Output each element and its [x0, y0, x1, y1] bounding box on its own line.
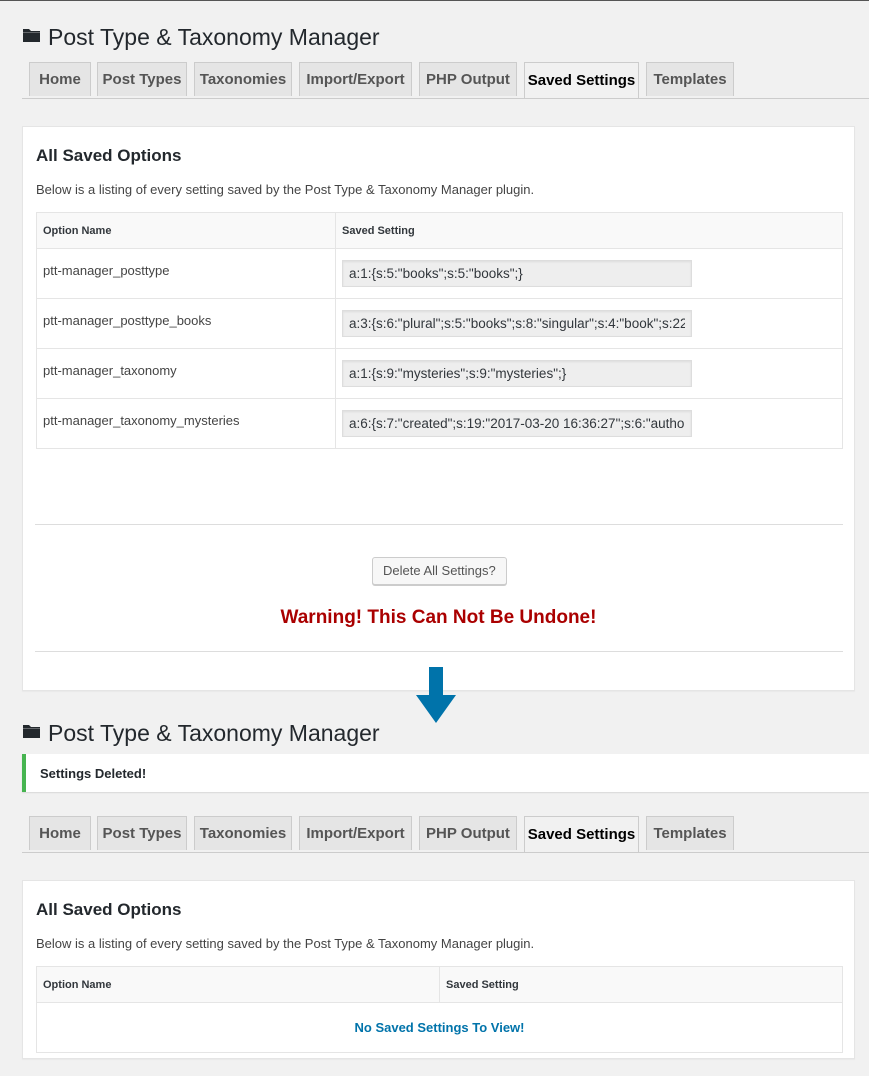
option-name: ptt-manager_taxonomy — [43, 363, 177, 378]
tab-templates[interactable]: Templates — [646, 62, 734, 96]
tab-php-output[interactable]: PHP Output — [419, 62, 517, 96]
nav-tabs: Home Post Types Taxonomies Import/Export… — [22, 62, 869, 99]
notice-text: Settings Deleted! — [40, 766, 147, 781]
saved-options-panel: All Saved Options Below is a listing of … — [22, 126, 855, 691]
tab-saved-settings[interactable]: Saved Settings — [524, 816, 639, 852]
window-top-border — [0, 0, 869, 1]
column-option-name: Option Name — [36, 966, 440, 1003]
options-table: Option Name Saved Setting ptt-manager_po… — [36, 212, 843, 449]
saved-options-panel: All Saved Options Below is a listing of … — [22, 880, 855, 1059]
tab-post-types[interactable]: Post Types — [97, 816, 187, 850]
tab-templates[interactable]: Templates — [646, 816, 734, 850]
tab-taxonomies[interactable]: Taxonomies — [194, 62, 292, 96]
tab-taxonomies[interactable]: Taxonomies — [194, 816, 292, 850]
panel-heading: All Saved Options — [36, 146, 182, 165]
divider — [35, 651, 843, 652]
panel-heading: All Saved Options — [36, 900, 182, 919]
table-row: ptt-manager_posttype_books — [36, 298, 843, 349]
panel-description: Below is a listing of every setting save… — [36, 936, 535, 951]
column-saved-setting: Saved Setting — [439, 966, 843, 1003]
warning-text: Warning! This Can Not Be Undone! — [280, 607, 597, 628]
tab-import-export[interactable]: Import/Export — [299, 816, 412, 850]
page-title: Post Type & Taxonomy Manager — [48, 24, 380, 50]
table-row: ptt-manager_taxonomy — [36, 348, 843, 399]
option-name: ptt-manager_taxonomy_mysteries — [43, 413, 240, 428]
table-row: ptt-manager_taxonomy_mysteries — [36, 398, 843, 449]
tab-import-export[interactable]: Import/Export — [299, 62, 412, 96]
panel-description: Below is a listing of every setting save… — [36, 182, 535, 197]
folder-icon — [23, 725, 40, 738]
nav-tabs: Home Post Types Taxonomies Import/Export… — [22, 816, 869, 853]
option-name: ptt-manager_posttype_books — [43, 313, 212, 328]
tab-php-output[interactable]: PHP Output — [419, 816, 517, 850]
saved-setting-field[interactable] — [342, 260, 692, 287]
column-saved-setting: Saved Setting — [335, 212, 843, 249]
folder-icon — [23, 29, 40, 42]
tab-home[interactable]: Home — [29, 62, 91, 96]
delete-all-settings-button[interactable]: Delete All Settings? — [372, 557, 507, 585]
column-option-name: Option Name — [36, 212, 336, 249]
tab-post-types[interactable]: Post Types — [97, 62, 187, 96]
option-name: ptt-manager_posttype — [43, 263, 170, 278]
arrow-down-icon — [416, 667, 456, 723]
page-title: Post Type & Taxonomy Manager — [48, 720, 380, 746]
saved-setting-field[interactable] — [342, 310, 692, 337]
saved-setting-field[interactable] — [342, 410, 692, 437]
table-row: No Saved Settings To View! — [36, 1002, 843, 1053]
empty-message: No Saved Settings To View! — [36, 1002, 843, 1053]
divider — [35, 524, 843, 525]
saved-setting-field[interactable] — [342, 360, 692, 387]
tab-home[interactable]: Home — [29, 816, 91, 850]
tab-saved-settings[interactable]: Saved Settings — [524, 62, 639, 98]
settings-deleted-notice: Settings Deleted! — [22, 754, 869, 792]
table-header-row: Option Name Saved Setting — [36, 966, 843, 1003]
table-header-row: Option Name Saved Setting — [36, 212, 843, 249]
table-row: ptt-manager_posttype — [36, 248, 843, 299]
options-table: Option Name Saved Setting No Saved Setti… — [36, 966, 843, 1053]
